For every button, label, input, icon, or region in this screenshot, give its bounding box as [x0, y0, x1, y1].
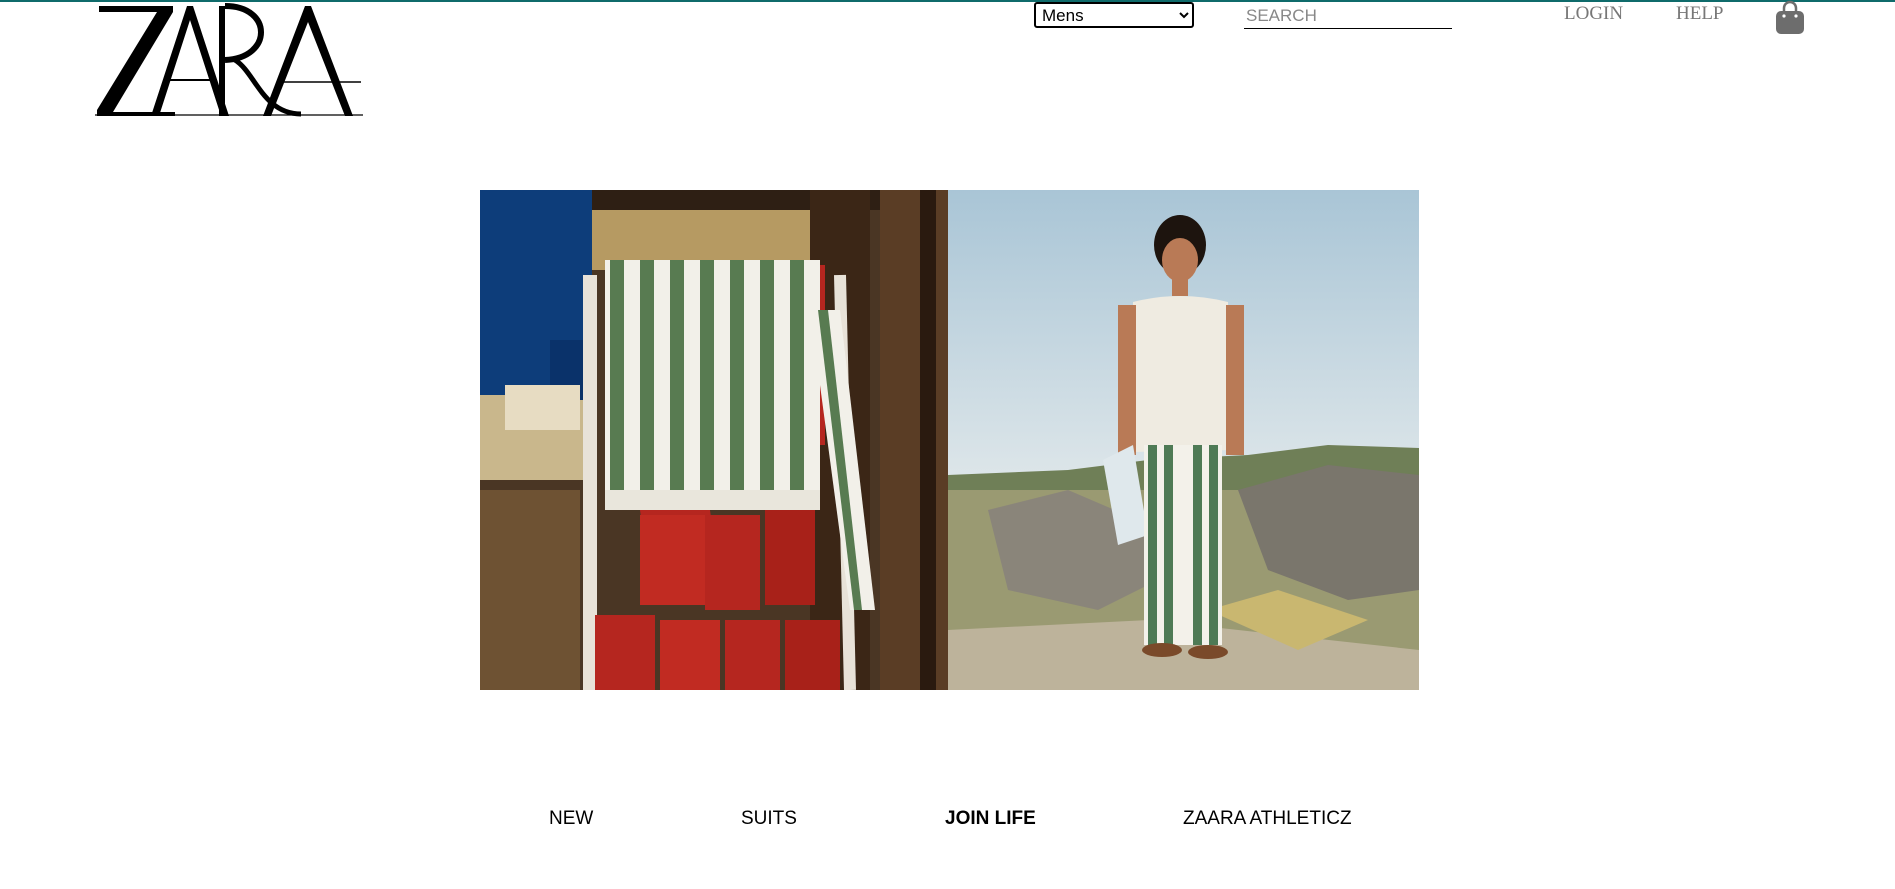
shopping-bag-icon[interactable]	[1775, 0, 1805, 36]
category-join-life[interactable]: JOIN LIFE	[945, 808, 1036, 830]
help-link[interactable]: HELP	[1676, 3, 1724, 25]
category-new[interactable]: NEW	[549, 808, 593, 830]
gender-select[interactable]: Mens	[1034, 2, 1194, 28]
hero-banner[interactable]	[480, 190, 1419, 690]
search-input[interactable]	[1244, 3, 1452, 29]
hero-image-left[interactable]	[480, 190, 948, 690]
category-zaara-athleticz[interactable]: ZAARA ATHLETICZ	[1183, 808, 1352, 830]
category-suits[interactable]: SUITS	[741, 808, 797, 830]
hero-image-right[interactable]	[948, 190, 1419, 690]
category-nav: NEW SUITS JOIN LIFE ZAARA ATHLETICZ	[0, 808, 1895, 838]
page: Mens LOGIN HELP	[0, 0, 1895, 889]
login-link[interactable]: LOGIN	[1564, 3, 1623, 25]
zara-logo[interactable]	[95, 2, 363, 117]
